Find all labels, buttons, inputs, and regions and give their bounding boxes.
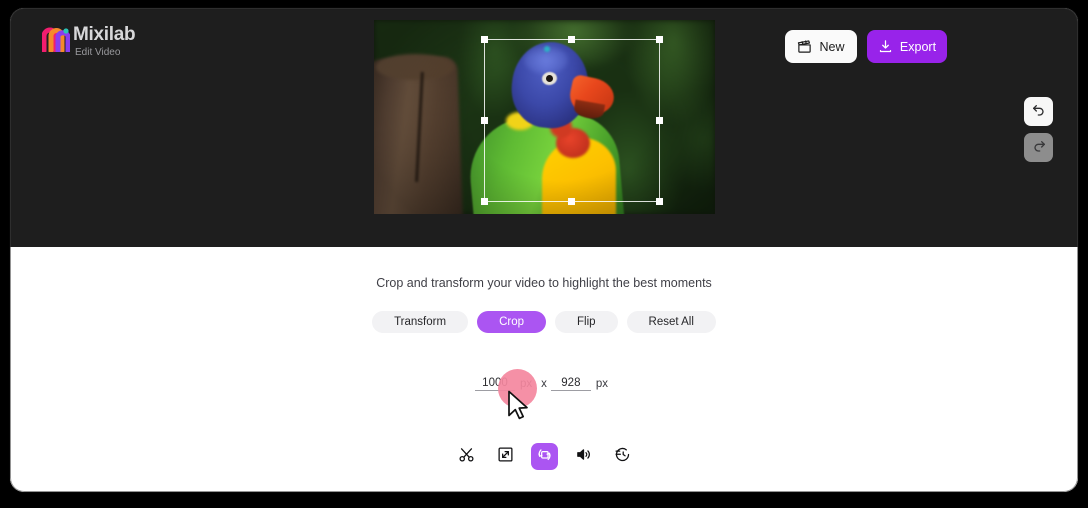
new-button[interactable]: New: [785, 30, 857, 63]
mixilab-logo-icon: [41, 26, 71, 54]
crop-selection-box[interactable]: [481, 36, 663, 205]
panel-hint-text: Crop and transform your video to highlig…: [376, 276, 712, 290]
crop-handle-middle-right[interactable]: [656, 116, 663, 124]
app-window: Mixilab Edit Video New Export Crop and t…: [10, 8, 1078, 492]
app-header: Mixilab Edit Video New Export: [10, 8, 1078, 247]
editor-panel: Crop and transform your video to highlig…: [10, 247, 1078, 492]
tab-transform[interactable]: Transform: [372, 311, 469, 333]
undo-button[interactable]: [1024, 97, 1053, 126]
clock-rewind-icon: [614, 446, 631, 468]
new-button-label: New: [819, 39, 845, 54]
crop-handle-bottom-right[interactable]: [656, 198, 663, 205]
redo-button[interactable]: [1024, 133, 1053, 162]
mouse-cursor: [507, 390, 529, 421]
clapperboard-icon: [797, 39, 812, 54]
rotate-square-icon: [536, 446, 553, 468]
export-button-label: Export: [899, 39, 937, 54]
tab-flip[interactable]: Flip: [555, 311, 618, 333]
crop-handle-bottom-left[interactable]: [481, 198, 488, 205]
speaker-icon: [575, 446, 592, 468]
crop-handle-middle-left[interactable]: [481, 116, 488, 124]
bottom-toolbar: [10, 443, 1078, 470]
crop-height-input[interactable]: 928: [550, 377, 591, 391]
brand-subtitle: Edit Video: [75, 47, 121, 58]
export-button[interactable]: Export: [867, 30, 947, 63]
tab-crop[interactable]: Crop: [477, 311, 546, 333]
crop-width-input[interactable]: 1000: [474, 377, 515, 391]
history-tool-button[interactable]: [609, 443, 636, 470]
crop-handle-top-left[interactable]: [481, 36, 488, 43]
cut-tool-button[interactable]: [453, 443, 480, 470]
crop-handle-bottom-center[interactable]: [568, 198, 575, 205]
undo-arrow-icon: [1031, 101, 1047, 122]
width-unit-label: px: [519, 378, 533, 390]
download-icon: [878, 39, 893, 54]
tab-reset-all[interactable]: Reset All: [626, 311, 716, 333]
crop-handle-top-center[interactable]: [568, 36, 575, 43]
dimension-separator: x: [541, 378, 547, 390]
tool-tab-row: Transform Crop Flip Reset All: [10, 311, 1078, 333]
brand-name: Mixilab: [73, 24, 136, 45]
video-preview[interactable]: [374, 20, 715, 214]
height-unit-label: px: [595, 378, 609, 390]
redo-arrow-icon: [1031, 137, 1047, 158]
resize-tool-button[interactable]: [492, 443, 519, 470]
transform-tool-button[interactable]: [530, 443, 558, 470]
crop-handle-top-right[interactable]: [656, 36, 663, 43]
brand-logo[interactable]: Mixilab Edit Video: [41, 24, 136, 59]
scissors-icon: [458, 446, 475, 468]
dimension-row: 1000 px x 928 px: [10, 377, 1078, 391]
volume-tool-button[interactable]: [570, 443, 597, 470]
resize-diagonal-icon: [497, 446, 514, 468]
